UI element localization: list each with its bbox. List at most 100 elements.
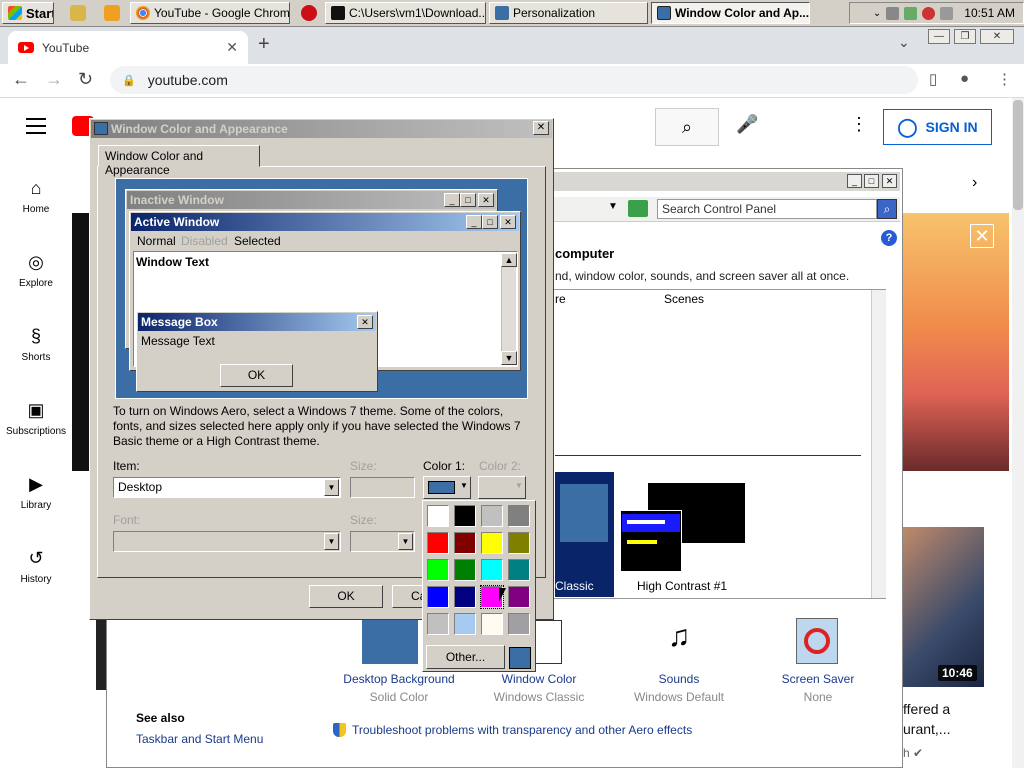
font-select[interactable]: ▼	[113, 531, 341, 552]
color-swatch[interactable]	[427, 559, 449, 581]
color-swatch[interactable]	[481, 559, 503, 581]
minimize-button[interactable]: _	[847, 174, 862, 188]
color1-button[interactable]: ▼	[423, 476, 471, 499]
help-icon[interactable]: ?	[881, 230, 897, 246]
preview-scrollbar[interactable]	[501, 253, 516, 365]
sidebar-item-explore[interactable]: ◎ Explore	[0, 252, 72, 289]
cancel-button[interactable]: Ca	[392, 585, 426, 608]
start-button[interactable]: Start	[2, 2, 54, 24]
address-bar[interactable]: 🔒 youtube.com	[110, 66, 918, 94]
sidebar-item-home[interactable]: ⌂ Home	[0, 178, 72, 215]
minimize-button[interactable]: —	[928, 29, 950, 44]
screen-saver-link[interactable]: Screen Saver None	[753, 672, 883, 704]
color-swatch[interactable]	[508, 505, 530, 527]
color-swatch[interactable]	[427, 505, 449, 527]
device-icon[interactable]	[886, 6, 900, 20]
other-colors-button[interactable]: Other...	[426, 645, 505, 669]
tab-window-color[interactable]: Window Color and Appearance	[98, 145, 260, 177]
window-color-link[interactable]: Window Color Windows Classic	[474, 672, 604, 704]
video-title[interactable]: ffered a urant,...	[903, 699, 950, 739]
sign-in-button[interactable]: ◯ SIGN IN	[883, 109, 992, 145]
sidebar-item-library[interactable]: ▶ Library	[0, 474, 72, 511]
color-swatch[interactable]	[454, 532, 476, 554]
item-select[interactable]: Desktop ▼	[113, 477, 341, 498]
maximize-button[interactable]: □	[864, 174, 879, 188]
color-swatch[interactable]	[427, 586, 449, 608]
color-swatch[interactable]	[481, 505, 503, 527]
sounds-icon[interactable]: ♫	[655, 620, 703, 664]
dialog-close-button[interactable]: ✕	[533, 121, 549, 135]
message-text[interactable]: Message Text	[141, 334, 215, 348]
color-swatch[interactable]	[427, 613, 449, 635]
color-swatch[interactable]	[508, 559, 530, 581]
ad-banner-image[interactable]	[903, 213, 1009, 471]
taskbar-button-chrome[interactable]: YouTube - Google Chrome	[130, 2, 290, 24]
taskbar-button-7zip[interactable]: C:\Users\vm1\Download...	[325, 2, 486, 24]
color-swatch[interactable]	[481, 613, 503, 635]
color-swatch[interactable]	[454, 505, 476, 527]
desktop-background-link[interactable]: Desktop Background Solid Color	[334, 672, 464, 704]
color2-button[interactable]: ▼	[478, 476, 526, 499]
ok-button[interactable]: OK	[309, 585, 383, 608]
sidebar-item-subscriptions[interactable]: ▣ Subscriptions	[0, 400, 72, 437]
preview-window-text[interactable]: Window Text	[136, 255, 209, 269]
sidebar-item-shorts[interactable]: § Shorts	[0, 326, 72, 363]
network-icon[interactable]	[904, 6, 918, 20]
side-panel-icon[interactable]: ▯	[929, 70, 937, 88]
close-window-button[interactable]: ✕	[980, 29, 1014, 44]
forward-icon[interactable]: →	[45, 69, 63, 90]
microphone-icon[interactable]: 🎤	[736, 114, 758, 135]
taskbar-button-window-color[interactable]: Window Color and Ap...	[651, 2, 810, 24]
close-tab-icon[interactable]: ✕	[226, 39, 238, 56]
tab-youtube[interactable]: YouTube ✕	[8, 31, 248, 64]
back-icon[interactable]: ←	[12, 69, 30, 90]
tab-search-icon[interactable]: ⌄	[898, 34, 910, 51]
menu-icon[interactable]	[26, 118, 46, 139]
close-button[interactable]: ✕	[882, 174, 897, 188]
color-swatch[interactable]	[454, 613, 476, 635]
menu-disabled[interactable]: Disabled	[181, 234, 228, 248]
chrome-menu-icon[interactable]: ⋮	[997, 70, 1012, 88]
search-icon[interactable]: ⌕	[877, 199, 897, 219]
preview-ok-button[interactable]: OK	[220, 364, 293, 387]
font-size-select[interactable]: ▼	[350, 531, 415, 552]
media-player-icon[interactable]	[104, 5, 120, 21]
dialog-titlebar[interactable]: Window Color and Appearance	[91, 120, 552, 138]
refresh-icon[interactable]	[628, 200, 648, 217]
color-swatch[interactable]	[508, 613, 530, 635]
opera-icon[interactable]	[301, 5, 317, 21]
color-swatch[interactable]	[454, 559, 476, 581]
sidebar-item-history[interactable]: ↺ History	[0, 548, 72, 585]
restore-button[interactable]: ❐	[954, 29, 976, 44]
taskbar-button-personalization[interactable]: Personalization	[489, 2, 648, 24]
reload-icon[interactable]: ↻	[78, 69, 93, 90]
chevron-right-icon[interactable]: ›	[972, 174, 977, 192]
sounds-link[interactable]: Sounds Windows Default	[614, 672, 744, 704]
clock[interactable]: 10:51 AM	[964, 6, 1015, 20]
video-channel[interactable]: h ✔	[903, 746, 923, 760]
profile-icon[interactable]: ●	[960, 70, 969, 87]
custom-color-swatch[interactable]	[509, 647, 531, 669]
color-swatch[interactable]	[508, 586, 530, 608]
color-swatch[interactable]	[481, 532, 503, 554]
security-alert-icon[interactable]	[922, 6, 936, 20]
close-ad-icon[interactable]: ✕	[970, 224, 994, 248]
color-swatch[interactable]	[508, 532, 530, 554]
color-swatch[interactable]	[427, 532, 449, 554]
chevron-down-icon[interactable]: ▼	[608, 201, 618, 212]
video-thumbnail[interactable]	[903, 527, 984, 687]
menu-normal[interactable]: Normal	[137, 234, 176, 248]
color-swatch[interactable]	[454, 586, 476, 608]
volume-icon[interactable]	[940, 6, 954, 20]
new-tab-button[interactable]: +	[258, 33, 270, 56]
search-control-panel-input[interactable]: Search Control Panel	[657, 199, 877, 219]
menu-selected[interactable]: Selected	[234, 234, 281, 248]
size-spinner[interactable]	[350, 477, 415, 498]
more-options-icon[interactable]: ⋮	[850, 114, 868, 135]
taskbar-start-menu-link[interactable]: Taskbar and Start Menu	[136, 732, 263, 746]
theme-list-scrollbar[interactable]	[871, 290, 886, 598]
troubleshoot-link[interactable]: Troubleshoot problems with transparency …	[333, 723, 692, 737]
scrollbar-thumb[interactable]	[1013, 100, 1023, 210]
folder-icon[interactable]	[70, 5, 86, 21]
chevron-down-icon[interactable]: ⌄	[873, 8, 881, 19]
